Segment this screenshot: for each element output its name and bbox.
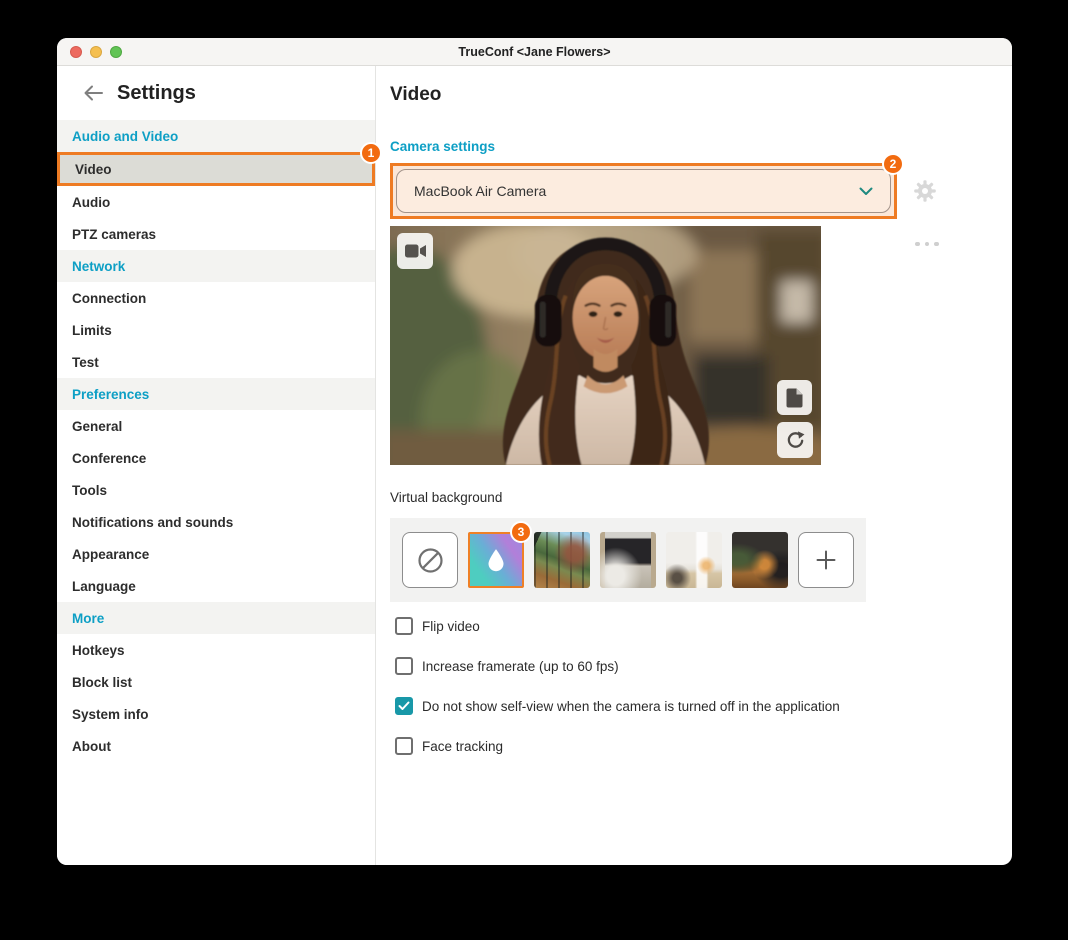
sidebar-item-conference[interactable]: Conference <box>57 442 375 474</box>
sidebar-section-more: More <box>57 602 375 634</box>
increase-framerate-checkbox-row[interactable]: Increase framerate (up to 60 fps) <box>395 657 1012 675</box>
sidebar-item-connection[interactable]: Connection <box>57 282 375 314</box>
video-camera-icon <box>405 244 426 258</box>
video-settings-panel: Video Camera settings MacBook Air Camera… <box>376 66 1012 865</box>
close-button[interactable] <box>70 46 82 58</box>
background-from-file-button[interactable] <box>777 380 812 415</box>
sidebar-section-audio-and-video: Audio and Video <box>57 120 375 152</box>
traffic-lights <box>70 38 122 66</box>
window-title: TrueConf <Jane Flowers> <box>458 45 610 59</box>
tutorial-marker-3: 3 <box>510 521 532 543</box>
face-tracking-checkbox-row[interactable]: Face tracking <box>395 737 1012 755</box>
sidebar-item-general[interactable]: General <box>57 410 375 442</box>
sidebar-item-audio[interactable]: Audio <box>57 186 375 218</box>
camera-preview <box>390 226 821 465</box>
page-title: Video <box>390 84 1012 106</box>
sidebar-item-video[interactable]: Video 1 <box>57 152 375 186</box>
sidebar-item-test[interactable]: Test <box>57 346 375 378</box>
tutorial-marker-2: 2 <box>882 153 904 175</box>
settings-sidebar: Settings Audio and Video Video 1 Audio P… <box>57 66 376 865</box>
sidebar-item-tools[interactable]: Tools <box>57 474 375 506</box>
background-add-button[interactable] <box>798 532 854 588</box>
zoom-button[interactable] <box>110 46 122 58</box>
sidebar-item-system-info[interactable]: System info <box>57 698 375 730</box>
desktop-background: TrueConf <Jane Flowers> Settings Audio a… <box>0 0 1068 940</box>
camera-select-value: MacBook Air Camera <box>414 183 546 199</box>
increase-framerate-checkbox[interactable] <box>395 657 413 675</box>
sidebar-item-language[interactable]: Language <box>57 570 375 602</box>
face-tracking-checkbox[interactable] <box>395 737 413 755</box>
sidebar-item-about[interactable]: About <box>57 730 375 762</box>
sidebar-nav: Audio and Video Video 1 Audio PTZ camera… <box>57 120 375 762</box>
flip-video-checkbox[interactable] <box>395 617 413 635</box>
background-loft-office-option[interactable] <box>732 532 788 588</box>
camera-select[interactable]: MacBook Air Camera <box>396 169 891 213</box>
check-icon <box>398 701 410 711</box>
toggle-camera-button[interactable] <box>397 233 433 269</box>
sidebar-item-hotkeys[interactable]: Hotkeys <box>57 634 375 666</box>
water-drop-icon <box>486 547 506 573</box>
background-dark-living-room-option[interactable] <box>600 532 656 588</box>
gear-icon <box>913 179 937 203</box>
sidebar-section-network: Network <box>57 250 375 282</box>
rotate-icon <box>785 430 806 451</box>
sidebar-item-notifications-and-sounds[interactable]: Notifications and sounds <box>57 506 375 538</box>
back-button[interactable] <box>82 83 104 103</box>
sidebar-item-label: Video <box>75 162 112 177</box>
rotate-camera-button[interactable] <box>777 422 813 458</box>
sidebar-item-appearance[interactable]: Appearance <box>57 538 375 570</box>
background-none-option[interactable] <box>402 532 458 588</box>
window-titlebar: TrueConf <Jane Flowers> <box>57 38 1012 66</box>
document-icon <box>786 388 803 408</box>
flip-video-checkbox-row[interactable]: Flip video <box>395 617 1012 635</box>
virtual-background-strip: 3 <box>390 518 866 602</box>
back-arrow-icon <box>82 84 104 102</box>
tutorial-marker-1: 1 <box>360 142 382 164</box>
hide-selfview-checkbox-row[interactable]: Do not show self-view when the camera is… <box>395 697 1012 715</box>
self-view-video <box>390 226 821 465</box>
more-options-button[interactable] <box>913 238 941 250</box>
hide-selfview-checkbox[interactable] <box>395 697 413 715</box>
minimize-button[interactable] <box>90 46 102 58</box>
background-blur-option[interactable]: 3 <box>468 532 524 588</box>
trueconf-settings-window: TrueConf <Jane Flowers> Settings Audio a… <box>57 38 1012 865</box>
camera-advanced-settings-button[interactable] <box>913 179 937 203</box>
blocked-icon <box>417 547 444 574</box>
virtual-background-label: Virtual background <box>390 490 1012 505</box>
ellipsis-icon <box>915 242 920 247</box>
camera-settings-label: Camera settings <box>390 139 1012 154</box>
sidebar-section-preferences: Preferences <box>57 378 375 410</box>
sidebar-item-limits[interactable]: Limits <box>57 314 375 346</box>
background-terrace-option[interactable] <box>534 532 590 588</box>
background-bright-room-option[interactable] <box>666 532 722 588</box>
sidebar-item-block-list[interactable]: Block list <box>57 666 375 698</box>
camera-select-highlight: MacBook Air Camera 2 <box>390 163 897 219</box>
sidebar-title: Settings <box>117 82 196 105</box>
chevron-down-icon <box>859 187 873 196</box>
plus-icon <box>814 548 838 572</box>
sidebar-item-ptz-cameras[interactable]: PTZ cameras <box>57 218 375 250</box>
